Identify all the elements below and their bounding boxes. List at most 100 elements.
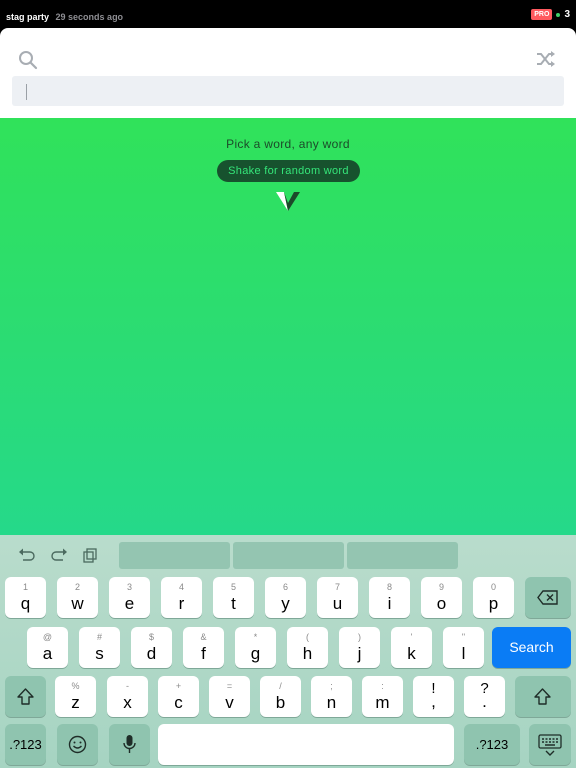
key-hint: ; — [330, 681, 333, 691]
shift-icon — [534, 688, 551, 705]
key-char: f — [201, 644, 206, 663]
key-j[interactable]: ) j — [339, 627, 380, 668]
prompt-text: Pick a word, any word — [226, 137, 350, 151]
search-icon[interactable] — [18, 50, 38, 70]
key-hint: 9 — [438, 582, 444, 592]
key-e[interactable]: 3e — [109, 577, 150, 618]
key-hint: @ — [42, 632, 53, 642]
key-u[interactable]: 7u — [317, 577, 358, 618]
key-hint: 8 — [386, 582, 392, 592]
onscreen-keyboard: 1q 2w 3e 4r 5t 6y 7u 8i 9o 0p @ a # s $ d &… — [0, 535, 576, 768]
key-p[interactable]: 0p — [473, 577, 514, 618]
key-char: s — [95, 644, 104, 663]
key-char: u — [332, 594, 343, 613]
numbers-key-right[interactable]: .?123 — [464, 724, 520, 765]
key-d[interactable]: $ d — [131, 627, 172, 668]
key-char: m — [375, 693, 390, 712]
key-hint: ) — [358, 632, 361, 642]
shift-icon — [17, 688, 34, 705]
key-q[interactable]: 1q — [5, 577, 46, 618]
suggestion-slot-3[interactable] — [347, 542, 458, 569]
key-l[interactable]: " l — [443, 627, 484, 668]
backspace-icon — [537, 590, 558, 605]
key-hint: 4 — [178, 582, 184, 592]
key-n[interactable]: ; n — [311, 676, 352, 717]
numbers-key-left[interactable]: .?123 — [5, 724, 46, 765]
status-bar: stag party 29 seconds ago PRO 3 — [0, 0, 576, 28]
key-x[interactable]: -x — [107, 676, 148, 717]
suggestion-slot-1[interactable] — [119, 542, 230, 569]
key-s[interactable]: # s — [79, 627, 120, 668]
dismiss-keyboard-key[interactable] — [529, 724, 571, 765]
key-m[interactable]: :m — [362, 676, 403, 717]
status-right: PRO 3 — [531, 9, 570, 20]
key-i[interactable]: 8i — [369, 577, 410, 618]
key-char: . — [482, 692, 487, 711]
key-y[interactable]: 6y — [265, 577, 306, 618]
keyboard-dismiss-icon — [538, 734, 562, 756]
key-hint: 1 — [22, 582, 28, 592]
key-char: g — [250, 644, 261, 663]
text-caret — [26, 84, 27, 100]
shift-key-left[interactable] — [5, 676, 46, 717]
dictation-key[interactable] — [109, 724, 150, 765]
numbers-key-label: .?123 — [475, 737, 509, 752]
key-o[interactable]: 9o — [421, 577, 462, 618]
search-key-label: Search — [509, 639, 554, 655]
key-b[interactable]: / b — [260, 676, 301, 717]
key-h[interactable]: (h — [287, 627, 328, 668]
key-hint: $ — [148, 632, 154, 642]
key-hint: 6 — [282, 582, 288, 592]
key-comma[interactable]: !, — [413, 676, 454, 717]
key-c[interactable]: + c — [158, 676, 199, 717]
key-hint: * — [253, 632, 258, 642]
key-hint: % — [71, 681, 80, 691]
key-hint: # — [96, 632, 102, 642]
key-char: v — [225, 693, 234, 712]
key-char: d — [146, 644, 157, 663]
shift-key-right[interactable] — [515, 676, 571, 717]
key-hint: / — [279, 681, 282, 691]
key-r[interactable]: 4r — [161, 577, 202, 618]
suggestion-slot-2[interactable] — [233, 542, 344, 569]
undo-icon[interactable] — [18, 547, 36, 563]
key-t[interactable]: 5t — [213, 577, 254, 618]
search-key[interactable]: Search — [492, 627, 571, 668]
key-char: , — [431, 692, 436, 711]
key-hint: & — [200, 632, 207, 642]
emoji-key[interactable] — [57, 724, 98, 765]
key-char: e — [124, 594, 135, 613]
search-input[interactable] — [12, 76, 564, 106]
key-char: h — [302, 644, 313, 663]
key-char: z — [71, 693, 80, 712]
key-char: p — [488, 594, 499, 613]
key-char: x — [123, 693, 132, 712]
key-hint: 3 — [126, 582, 132, 592]
clipboard-icon[interactable] — [82, 547, 100, 563]
key-hint: 0 — [490, 582, 496, 592]
key-char: w — [71, 594, 84, 613]
key-char: o — [436, 594, 447, 613]
key-v[interactable]: = v — [209, 676, 250, 717]
key-hint: ( — [306, 632, 309, 642]
key-char: q — [20, 594, 31, 613]
redo-icon[interactable] — [50, 547, 68, 563]
session-time: 29 seconds ago — [55, 12, 124, 22]
key-g[interactable]: * g — [235, 627, 276, 668]
key-char: a — [42, 644, 53, 663]
key-f[interactable]: & f — [183, 627, 224, 668]
key-hint: - — [126, 681, 129, 691]
key-hint: 7 — [334, 582, 340, 592]
backspace-key[interactable] — [525, 577, 571, 618]
shuffle-icon[interactable] — [536, 50, 556, 68]
key-char: i — [387, 594, 392, 613]
online-count: 3 — [564, 9, 570, 20]
key-a[interactable]: @ a — [27, 627, 68, 668]
key-period[interactable]: ?. — [464, 676, 505, 717]
space-key[interactable] — [158, 724, 454, 765]
key-z[interactable]: % z — [55, 676, 96, 717]
key-k[interactable]: ' k — [391, 627, 432, 668]
main-area: Pick a word, any word Shake for random w… — [0, 118, 576, 535]
shake-random-button[interactable]: Shake for random word — [217, 160, 360, 182]
key-w[interactable]: 2w — [57, 577, 98, 618]
